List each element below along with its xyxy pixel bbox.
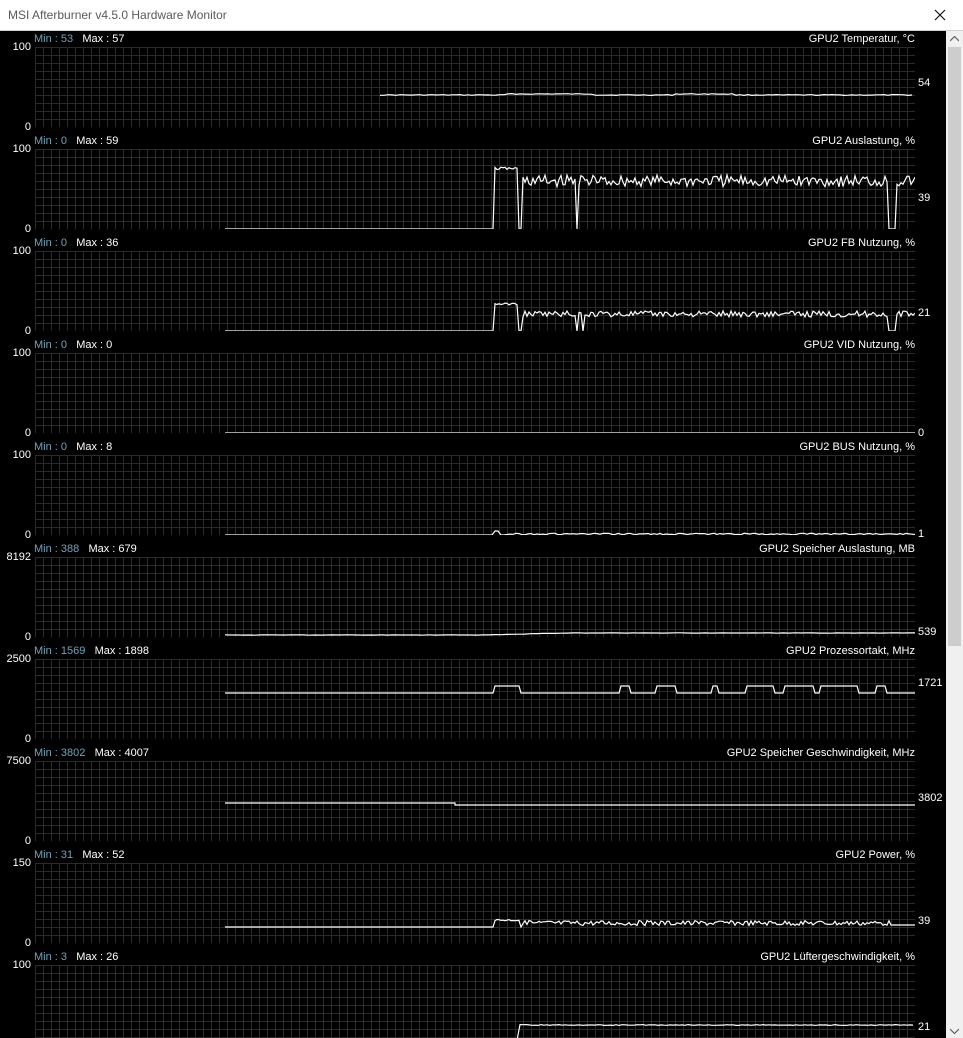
window-titlebar: MSI Afterburner v4.5.0 Hardware Monitor xyxy=(0,0,963,31)
graph-plot[interactable] xyxy=(35,455,915,535)
min-max-readout: Min : 31 Max : 52 xyxy=(34,849,125,861)
current-value: 39 xyxy=(918,915,931,927)
graph-title: GPU2 Temperatur, °C xyxy=(808,33,915,45)
axis-min-label: 0 xyxy=(24,325,31,337)
vertical-scrollbar[interactable] xyxy=(946,31,963,1038)
graph-title: GPU2 VID Nutzung, % xyxy=(803,339,915,351)
min-max-readout: Min : 3 Max : 26 xyxy=(34,951,119,963)
min-max-readout: Min : 0 Max : 59 xyxy=(34,135,119,147)
graph-plot[interactable] xyxy=(35,149,915,229)
current-value: 21 xyxy=(918,307,931,319)
current-value: 54 xyxy=(918,77,931,89)
min-max-readout: Min : 0 Max : 0 xyxy=(34,339,113,351)
graph-gpu2-auslastung: 100 0 Min : 0 Max : 59 GPU2 Auslastung, … xyxy=(0,133,946,235)
scroll-up-button[interactable] xyxy=(946,31,963,46)
graph-title: GPU2 Auslastung, % xyxy=(812,135,915,147)
graph-gpu2-power: 150 0 Min : 31 Max : 52 GPU2 Power, % 39 xyxy=(0,847,946,949)
graph-title: GPU2 Prozessortakt, MHz xyxy=(786,645,915,657)
scroll-down-button[interactable] xyxy=(946,1023,963,1038)
axis-min-label: 0 xyxy=(24,427,31,439)
axis-min-label: 0 xyxy=(24,631,31,643)
axis-max-label: 100 xyxy=(12,449,31,461)
graph-plot[interactable] xyxy=(35,47,915,127)
axis-max-label: 100 xyxy=(12,959,31,971)
close-icon xyxy=(934,9,946,21)
min-max-readout: Min : 53 Max : 57 xyxy=(34,33,125,45)
axis-min-label: 0 xyxy=(24,937,31,949)
axis-max-label: 2500 xyxy=(6,653,31,665)
window-title: MSI Afterburner v4.5.0 Hardware Monitor xyxy=(8,8,227,22)
min-max-readout: Min : 3802 Max : 4007 xyxy=(34,747,149,759)
current-value: 539 xyxy=(918,626,937,638)
current-value: 1721 xyxy=(918,677,943,689)
axis-max-label: 100 xyxy=(12,347,31,359)
axis-max-label: 100 xyxy=(12,143,31,155)
graph-gpu2-speicher-geschwindigkeit: 7500 0 Min : 3802 Max : 4007 GPU2 Speich… xyxy=(0,745,946,847)
axis-max-label: 7500 xyxy=(6,755,31,767)
graph-gpu2-temperatur: 100 0 Min : 53 Max : 57 GPU2 Temperatur,… xyxy=(0,31,946,133)
graph-gpu2-prozessortakt: 2500 0 Min : 1569 Max : 1898 GPU2 Prozes… xyxy=(0,643,946,745)
axis-max-label: 100 xyxy=(12,245,31,257)
axis-max-label: 8192 xyxy=(6,551,31,563)
graph-plot[interactable] xyxy=(35,251,915,331)
graph-plot[interactable] xyxy=(35,863,915,943)
graph-gpu2-speicher-auslastung: 8192 0 Min : 388 Max : 679 GPU2 Speicher… xyxy=(0,541,946,643)
min-max-readout: Min : 0 Max : 36 xyxy=(34,237,119,249)
graph-plot[interactable] xyxy=(35,659,915,739)
min-max-readout: Min : 0 Max : 8 xyxy=(34,441,113,453)
graph-plot[interactable] xyxy=(35,965,915,1038)
graph-title: GPU2 FB Nutzung, % xyxy=(808,237,915,249)
graphs-area: 100 0 Min : 53 Max : 57 GPU2 Temperatur,… xyxy=(0,31,946,1038)
axis-min-label: 0 xyxy=(24,121,31,133)
min-max-readout: Min : 388 Max : 679 xyxy=(34,543,137,555)
graph-title: GPU2 Speicher Geschwindigkeit, MHz xyxy=(726,747,915,759)
graph-plot[interactable] xyxy=(35,557,915,637)
graph-title: GPU2 Lüftergeschwindigkeit, % xyxy=(760,951,915,963)
chevron-down-icon xyxy=(950,1028,959,1034)
graph-title: GPU2 BUS Nutzung, % xyxy=(799,441,915,453)
graph-gpu2-lueftergeschwindigkeit: 100 0 Min : 3 Max : 26 GPU2 Lüftergeschw… xyxy=(0,949,946,1038)
current-value: 0 xyxy=(918,427,925,439)
graph-plot[interactable] xyxy=(35,761,915,841)
chevron-up-icon xyxy=(950,35,959,41)
graph-plot[interactable] xyxy=(35,353,915,433)
axis-min-label: 0 xyxy=(24,223,31,235)
axis-max-label: 150 xyxy=(12,857,31,869)
axis-min-label: 0 xyxy=(24,733,31,745)
current-value: 1 xyxy=(918,528,925,540)
close-button[interactable] xyxy=(917,0,963,30)
scroll-thumb[interactable] xyxy=(948,47,961,646)
axis-min-label: 0 xyxy=(24,529,31,541)
graph-gpu2-vid-nutzung: 100 0 Min : 0 Max : 0 GPU2 VID Nutzung, … xyxy=(0,337,946,439)
graph-gpu2-bus-nutzung: 100 0 Min : 0 Max : 8 GPU2 BUS Nutzung, … xyxy=(0,439,946,541)
graph-title: GPU2 Speicher Auslastung, MB xyxy=(759,543,915,555)
current-value: 21 xyxy=(918,1021,931,1033)
axis-max-label: 100 xyxy=(12,41,31,53)
current-value: 3802 xyxy=(918,792,943,804)
min-max-readout: Min : 1569 Max : 1898 xyxy=(34,645,149,657)
current-value: 39 xyxy=(918,192,931,204)
graph-gpu2-fb-nutzung: 100 0 Min : 0 Max : 36 GPU2 FB Nutzung, … xyxy=(0,235,946,337)
graph-title: GPU2 Power, % xyxy=(835,849,915,861)
axis-min-label: 0 xyxy=(24,835,31,847)
